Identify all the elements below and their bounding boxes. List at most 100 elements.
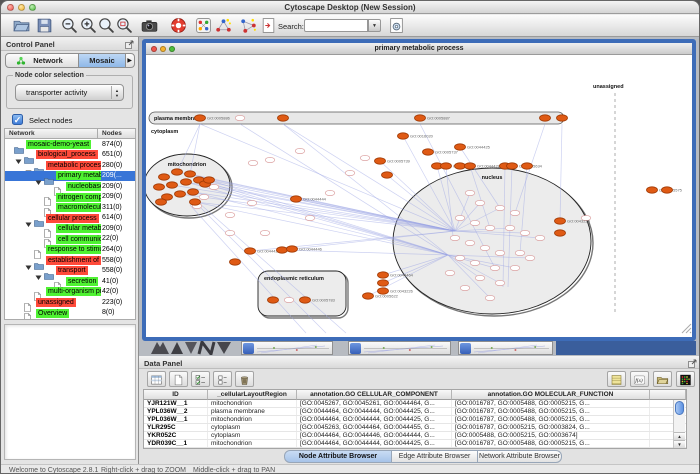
network-node[interactable]	[662, 187, 673, 193]
tree-expander-icon[interactable]	[25, 163, 32, 170]
network-node[interactable]	[382, 172, 393, 178]
attribute-create-icon[interactable]	[169, 371, 188, 387]
zoom-fit-icon[interactable]	[98, 17, 115, 34]
zoom-selected-icon[interactable]	[116, 17, 133, 34]
network-node[interactable]	[375, 158, 386, 164]
network-tree-row[interactable]: response to stimulu264(0)	[5, 244, 135, 255]
network-tree-row[interactable]: biological_process651(0)	[5, 150, 135, 161]
tab-network-attribute-browser[interactable]: Network Attribute Browser	[478, 450, 562, 463]
help-icon[interactable]	[170, 17, 187, 34]
search-input[interactable]	[304, 19, 368, 32]
network-node[interactable]	[247, 200, 257, 205]
tree-expander-icon[interactable]	[35, 173, 42, 180]
network-node[interactable]	[495, 205, 505, 210]
table-row[interactable]: YLR295Ccytoplasm[GO:0045263, GO:0044464,…	[144, 424, 686, 432]
minimized-network-window[interactable]	[348, 341, 451, 355]
network-node[interactable]	[363, 293, 374, 299]
network-node[interactable]	[378, 280, 389, 286]
network-node[interactable]	[510, 210, 520, 215]
frame-close-button[interactable]	[151, 46, 157, 52]
network-node[interactable]	[522, 163, 533, 169]
annotation-layout-icon[interactable]	[215, 17, 232, 34]
network-node[interactable]	[470, 260, 480, 265]
tab-edge-attribute-browser[interactable]: Edge Attribute Browser	[392, 450, 478, 463]
network-node[interactable]	[185, 171, 196, 177]
network-tree-row[interactable]: transport558(0)	[5, 266, 135, 277]
network-node[interactable]	[230, 259, 241, 265]
network-tree-row[interactable]: nucleobase-cont209(0)	[5, 181, 135, 192]
tab-network[interactable]: Network	[6, 54, 78, 67]
network-node[interactable]	[195, 115, 206, 121]
float-panel-icon[interactable]	[125, 40, 134, 49]
network-tree-row[interactable]: establishment of loc558(0)	[5, 255, 135, 266]
save-session-icon[interactable]	[36, 17, 53, 34]
network-node[interactable]	[423, 149, 434, 155]
attribute-unselect-all-icon[interactable]	[213, 371, 232, 387]
scroll-up-button[interactable]: ▲	[674, 432, 685, 440]
frame-maximize-button[interactable]	[169, 46, 175, 52]
network-tree-row[interactable]: mosaic-demo-yeast874(0)	[5, 139, 135, 150]
network-node[interactable]	[378, 272, 389, 278]
snapshot-icon[interactable]	[141, 17, 158, 34]
network-node[interactable]	[199, 194, 209, 199]
network-node[interactable]	[470, 220, 480, 225]
network-node[interactable]	[450, 235, 460, 240]
table-column-header[interactable]: ID	[144, 390, 208, 400]
overview-panel[interactable]	[4, 324, 136, 460]
network-node[interactable]	[485, 295, 495, 300]
search-dropdown-button[interactable]: ▼	[368, 19, 381, 32]
network-node[interactable]	[480, 245, 490, 250]
network-node[interactable]	[465, 190, 475, 195]
minimized-network-window[interactable]	[458, 341, 553, 355]
tree-expander-icon[interactable]	[25, 258, 32, 265]
network-node[interactable]	[360, 155, 370, 160]
tree-column-network[interactable]: Network	[4, 128, 98, 139]
network-node[interactable]	[204, 177, 215, 183]
minimized-network-window[interactable]	[241, 341, 333, 355]
tree-expander-icon[interactable]	[15, 152, 22, 159]
network-view-window[interactable]: primary metabolic process plasma membran…	[142, 39, 696, 341]
tree-column-nodes[interactable]: Nodes	[98, 128, 136, 139]
network-tree-row[interactable]: metabolic process280(0)	[5, 160, 135, 171]
attribute-select-all-icon[interactable]	[191, 371, 210, 387]
network-node[interactable]	[225, 212, 235, 217]
network-node[interactable]	[490, 265, 500, 270]
node-color-dropdown[interactable]: transporter activity ▲▼	[15, 84, 124, 101]
table-column-header[interactable]: annotation.GO CELLULAR_COMPONENT	[297, 390, 452, 400]
attribute-import-icon[interactable]	[653, 371, 672, 387]
network-node[interactable]	[555, 218, 566, 224]
tree-expander-icon[interactable]	[35, 268, 42, 275]
scroll-down-button[interactable]: ▼	[674, 440, 685, 448]
network-node[interactable]	[156, 199, 167, 205]
network-tree-row[interactable]: nitrogen compou209(0)	[5, 192, 135, 203]
network-node[interactable]	[535, 235, 545, 240]
zoom-out-icon[interactable]	[61, 17, 78, 34]
network-tree-row[interactable]: cellular process614(0)	[5, 213, 135, 224]
network-canvas[interactable]: plasma membranecytoplasmmitochondrionnuc…	[146, 55, 692, 337]
network-node[interactable]	[460, 285, 470, 290]
network-tree-row[interactable]: cell communicati22(0)	[5, 234, 135, 245]
network-node[interactable]	[291, 196, 302, 202]
network-node[interactable]	[260, 230, 270, 235]
network-node[interactable]	[181, 179, 192, 185]
network-node[interactable]	[167, 182, 178, 188]
network-node[interactable]	[235, 115, 245, 120]
tab-mosaic[interactable]: Mosaic	[78, 54, 126, 67]
float-panel-icon[interactable]	[688, 359, 697, 368]
table-column-header[interactable]: annotation.GO MOLECULAR_FUNCTION	[452, 390, 650, 400]
open-session-icon[interactable]	[13, 17, 30, 34]
network-node[interactable]	[278, 115, 289, 121]
network-node[interactable]	[287, 246, 298, 252]
import-network-icon[interactable]	[260, 17, 277, 34]
attribute-formula-icon[interactable]: f(x)	[630, 371, 649, 387]
table-column-header[interactable]: _cellularLayoutRegion	[208, 390, 297, 400]
tab-overflow-arrow[interactable]: ▶	[127, 57, 132, 64]
network-node[interactable]	[475, 275, 485, 280]
vizmapper-icon[interactable]	[195, 17, 212, 34]
network-node[interactable]	[520, 230, 530, 235]
network-node[interactable]	[475, 200, 485, 205]
table-row[interactable]: YKR052Ccytoplasm[GO:0044464, GO:0044446,…	[144, 432, 686, 440]
tab-node-attribute-browser[interactable]: Node Attribute Browser	[284, 450, 392, 463]
network-node[interactable]	[495, 250, 505, 255]
network-tree-row[interactable]: cellular metaboli209(0)	[5, 223, 135, 234]
